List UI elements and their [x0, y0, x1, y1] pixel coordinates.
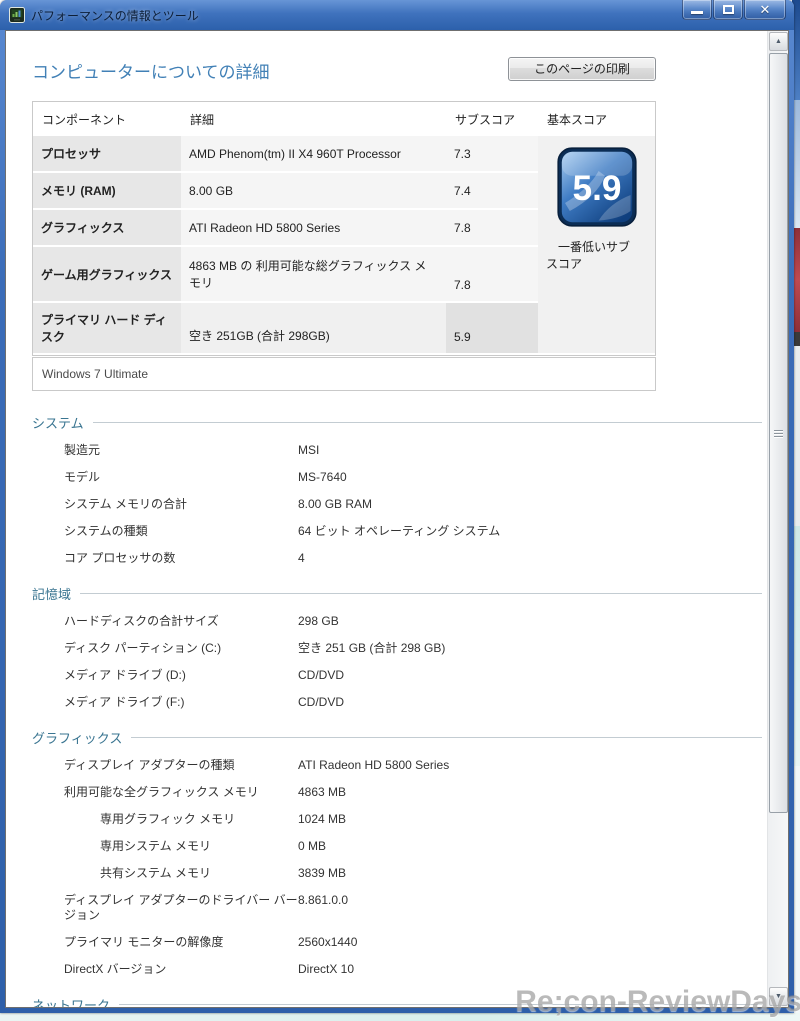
detail-sections: システム 製造元 MSI モデル MS-7640 システム メモリの合計 8.0… — [32, 401, 762, 1008]
component-cell: グラフィックス — [33, 210, 181, 245]
watermark: Re;con-ReviewDays — [515, 985, 800, 1018]
detail-cell: AMD Phenom(tm) II X4 960T Processor — [181, 136, 446, 171]
performance-monitor-icon — [9, 7, 25, 23]
detail-row: DirectX バージョン DirectX 10 — [64, 962, 355, 976]
component-cell: プライマリ ハード ディスク — [33, 303, 181, 353]
subscore-cell: 7.4 — [446, 173, 538, 208]
print-page-button[interactable]: このページの印刷 — [508, 57, 656, 81]
os-edition-box: Windows 7 Ultimate — [32, 357, 656, 391]
subscore-cell: 7.8 — [446, 247, 538, 301]
detail-row: 製造元 MSI — [64, 443, 320, 457]
performance-tools-window: パフォーマンスの情報とツール ✕ コンピューターについての詳細 このページの印刷… — [0, 0, 794, 1013]
titlebar[interactable]: パフォーマンスの情報とツール ✕ — [0, 0, 794, 30]
detail-row: システムの種類 64 ビット オペレーティング システム — [64, 524, 501, 538]
detail-row: 専用システム メモリ 0 MB — [100, 839, 327, 853]
detail-row: ディスプレイ アダプターの種類 ATI Radeon HD 5800 Serie… — [64, 758, 450, 772]
header-component: コンポーネント — [42, 112, 127, 127]
section-title: 記憶域 — [32, 587, 72, 602]
subscore-cell: 7.3 — [446, 136, 538, 171]
component-cell: プロセッサ — [33, 136, 181, 171]
vertical-scrollbar[interactable]: ▲ ▼ — [767, 31, 788, 1007]
component-cell: ゲーム用グラフィックス — [33, 247, 181, 301]
detail-row: 共有システム メモリ 3839 MB — [100, 866, 347, 880]
scroll-up-icon[interactable]: ▲ — [769, 32, 788, 51]
section-title: グラフィックス — [32, 731, 123, 746]
detail-cell: ATI Radeon HD 5800 Series — [181, 210, 446, 245]
detail-cell: 8.00 GB — [181, 173, 446, 208]
header-detail: 詳細 — [190, 112, 215, 127]
component-cell: メモリ (RAM) — [33, 173, 181, 208]
content-area: コンピューターについての詳細 このページの印刷 コンポーネント 詳細 サブスコア… — [5, 30, 789, 1008]
subscore-cell: 5.9 — [446, 303, 538, 353]
detail-row: プライマリ モニターの解像度 2560x1440 — [64, 935, 358, 949]
detail-row: モデル MS-7640 — [64, 470, 347, 484]
detail-row: ディスプレイ アダプターのドライバー バージョン 8.861.0.0 — [64, 893, 349, 922]
window-controls: ✕ — [681, 0, 786, 20]
page-title: コンピューターについての詳細 — [32, 63, 270, 82]
detail-row: ディスク パーティション (C:) 空き 251 GB (合計 298 GB) — [64, 641, 446, 655]
detail-row: メディア ドライブ (F:) CD/DVD — [64, 695, 345, 709]
detail-cell: 空き 251GB (合計 298GB) — [181, 303, 446, 353]
lowest-subscore-caption: 一番低いサブスコア — [546, 240, 631, 271]
section-title: システム — [32, 416, 84, 431]
section-rule — [80, 593, 762, 594]
base-score-badge: 5.9 — [557, 147, 637, 227]
maximize-icon[interactable] — [713, 0, 743, 20]
detail-row: 専用グラフィック メモリ 1024 MB — [100, 812, 347, 826]
detail-row: システム メモリの合計 8.00 GB RAM — [64, 497, 373, 511]
scrollbar-thumb[interactable] — [769, 53, 788, 813]
detail-row: メディア ドライブ (D:) CD/DVD — [64, 668, 345, 682]
section-title: ネットワーク — [32, 998, 111, 1008]
section-rule — [92, 422, 762, 423]
close-icon[interactable]: ✕ — [744, 0, 786, 20]
header-subscore: サブスコア — [455, 112, 516, 127]
section-graphics: グラフィックス — [32, 728, 762, 747]
detail-row: コア プロセッサの数 4 — [64, 551, 305, 565]
section-rule — [131, 737, 762, 738]
detail-row: 利用可能な全グラフィックス メモリ 4863 MB — [64, 785, 347, 799]
detail-cell: 4863 MB の 利用可能な総グラフィックス メモリ — [181, 247, 446, 301]
minimize-icon[interactable] — [682, 0, 712, 20]
score-table-header: コンポーネント 詳細 サブスコア 基本スコア — [33, 102, 655, 136]
detail-row: ハードディスクの合計サイズ 298 GB — [64, 614, 339, 628]
base-score-column: 5.9 一番低いサブスコア — [538, 136, 655, 353]
window-title: パフォーマンスの情報とツール — [31, 8, 199, 23]
section-system: システム — [32, 413, 762, 432]
subscore-cell: 7.8 — [446, 210, 538, 245]
score-table: コンポーネント 詳細 サブスコア 基本スコア プロセッサ AMD Phenom(… — [32, 101, 656, 356]
svg-text:5.9: 5.9 — [573, 169, 622, 208]
section-storage: 記憶域 — [32, 584, 762, 603]
header-base-score: 基本スコア — [547, 112, 608, 127]
